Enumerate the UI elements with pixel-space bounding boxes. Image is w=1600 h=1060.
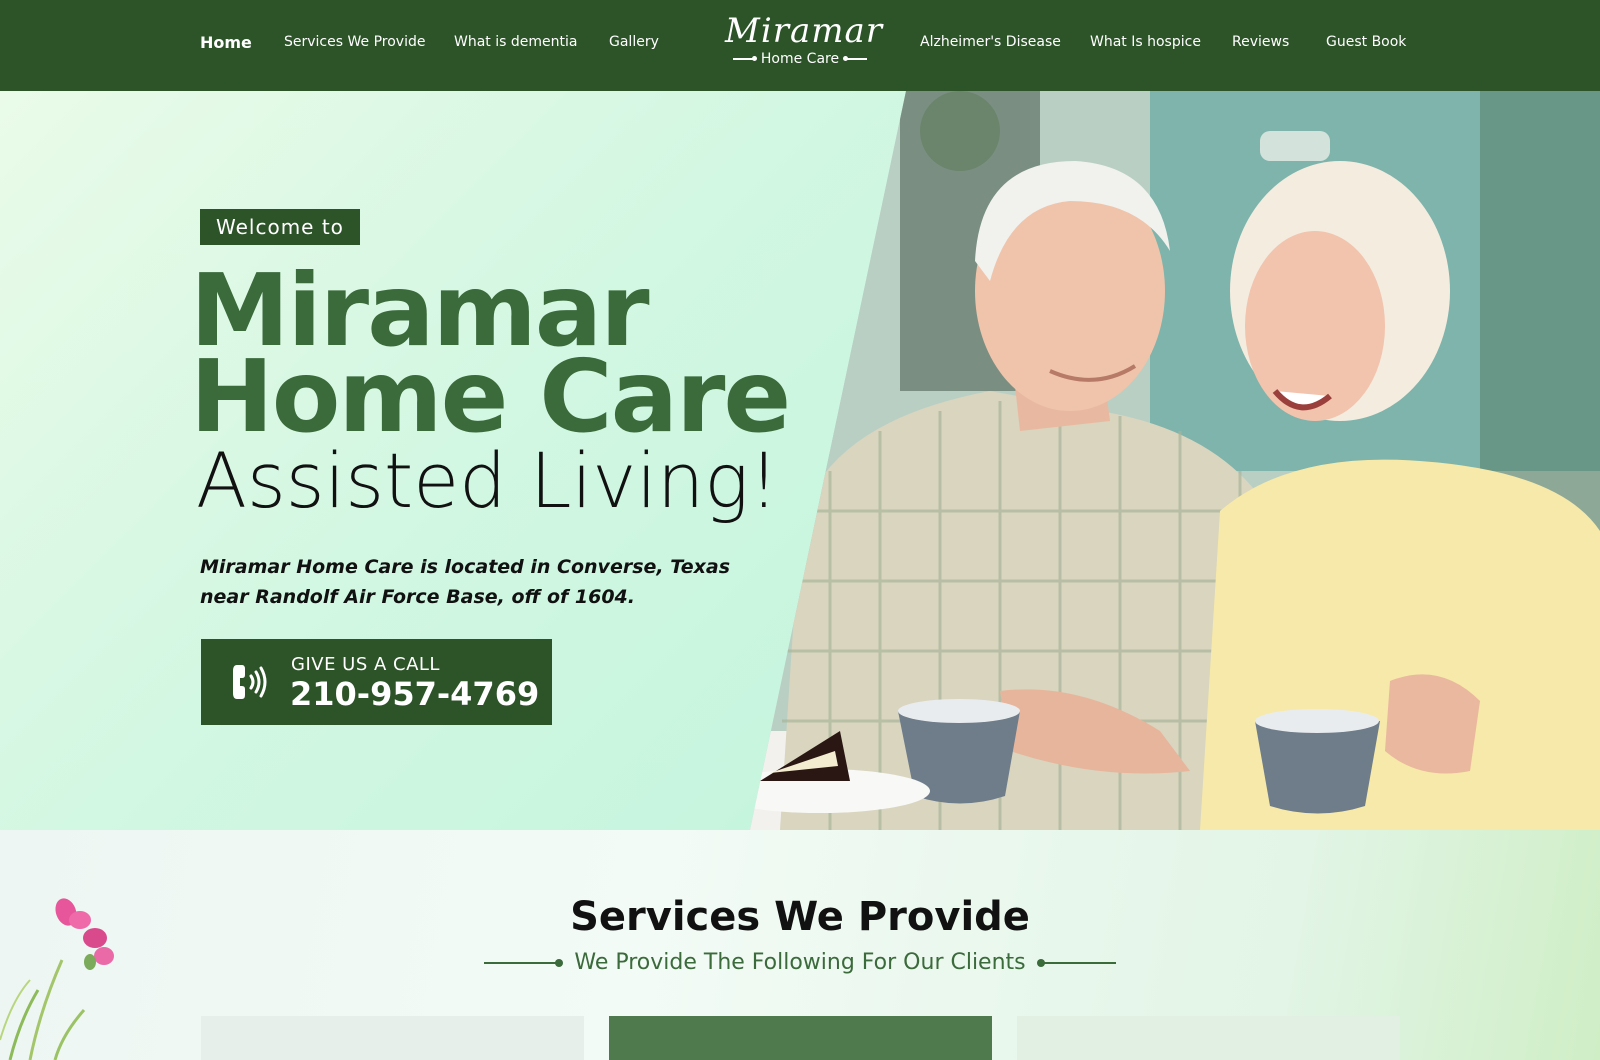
logo-name: Miramar [725, 11, 883, 51]
services-subtitle: We Provide The Following For Our Clients [574, 950, 1026, 975]
hero-section: Welcome to Miramar Home Care Assisted Li… [0, 91, 1600, 830]
services-section: Services We Provide We Provide The Follo… [0, 830, 1600, 1060]
call-button[interactable]: GIVE US A CALL 210-957-4769 [201, 639, 552, 725]
nav-services-we-provide[interactable]: Services We Provide [284, 34, 425, 50]
call-label: GIVE US A CALL [291, 654, 440, 675]
subtitle-rule-left [484, 958, 564, 967]
service-card-3[interactable] [1017, 1016, 1400, 1060]
nav-guest-book[interactable]: Guest Book [1326, 34, 1406, 50]
nav-gallery[interactable]: Gallery [609, 34, 659, 50]
service-card-2[interactable] [609, 1016, 992, 1060]
phone-icon [233, 665, 267, 699]
nav-reviews[interactable]: Reviews [1232, 34, 1289, 50]
logo-subtitle: Home Care [760, 51, 840, 67]
nav-home[interactable]: Home [200, 33, 252, 52]
service-card-1[interactable] [201, 1016, 584, 1060]
hero-title-line-3: Assisted Living! [196, 436, 779, 525]
logo-rule-left [732, 56, 757, 61]
welcome-badge: Welcome to [200, 209, 360, 245]
services-title: Services We Provide [570, 894, 1030, 940]
call-phone-number: 210-957-4769 [290, 675, 540, 713]
site-logo[interactable]: Miramar Home Care [725, 11, 883, 74]
top-navigation: Home Services We Provide What is dementi… [0, 0, 1600, 91]
hero-description: Miramar Home Care is located in Converse… [200, 556, 731, 608]
logo-rule-right [843, 56, 868, 61]
nav-what-is-dementia[interactable]: What is dementia [454, 34, 577, 50]
hero-title-line-2: Home Care [190, 338, 791, 455]
nav-alzheimers-disease[interactable]: Alzheimer's Disease [920, 34, 1061, 50]
nav-what-is-hospice[interactable]: What Is hospice [1090, 34, 1201, 50]
subtitle-rule-right [1036, 958, 1116, 967]
